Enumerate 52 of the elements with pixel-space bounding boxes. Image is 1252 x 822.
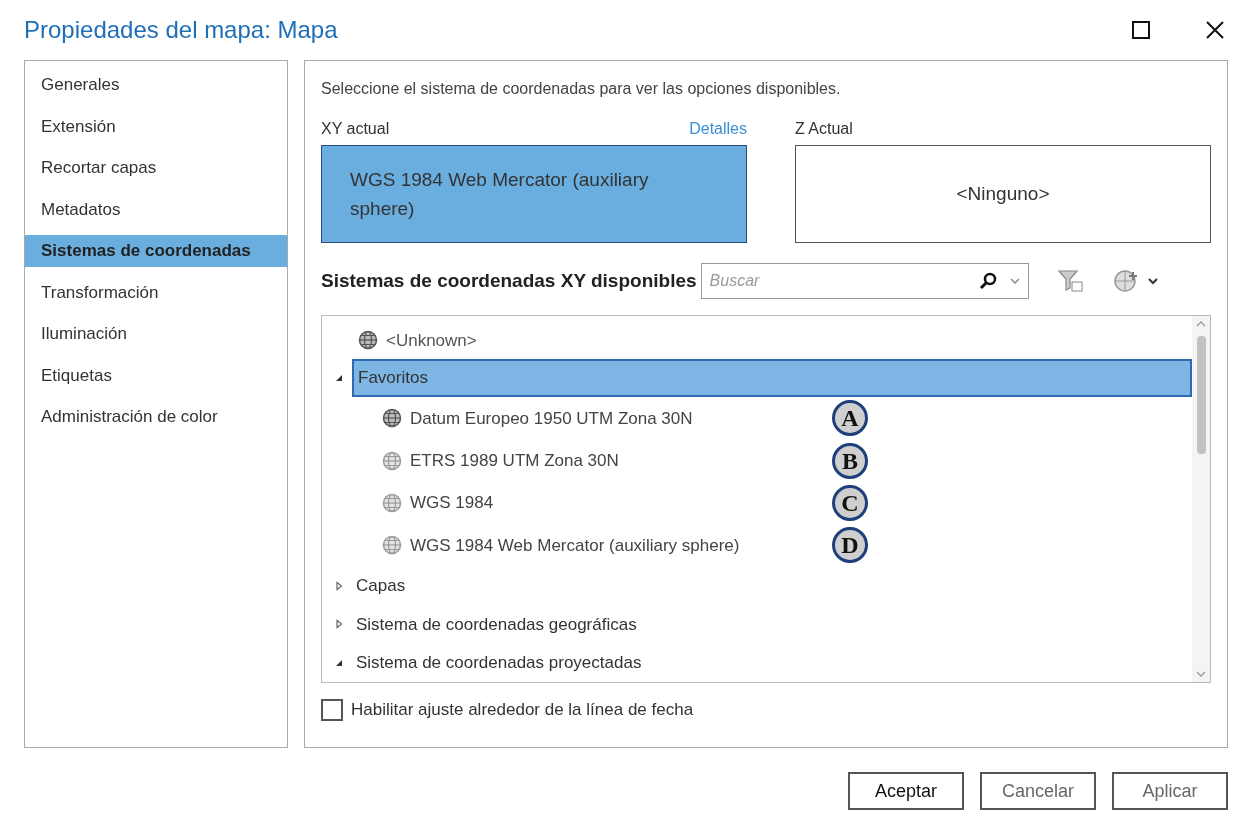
- collapsed-caret-icon[interactable]: [334, 580, 344, 591]
- tree-folder[interactable]: Capas: [352, 566, 1192, 605]
- sidebar-item[interactable]: Extensión: [25, 110, 287, 142]
- globe-icon: [382, 492, 402, 513]
- search-field[interactable]: Buscar: [700, 263, 1029, 299]
- maximize-icon[interactable]: [1132, 21, 1150, 39]
- tree-folder[interactable]: Sistema de coordenadas proyectadas: [352, 643, 1192, 682]
- callout-badge: C: [832, 484, 868, 521]
- globe-icon: [358, 330, 378, 351]
- xy-current-box: WGS 1984 Web Mercator (auxiliary sphere): [321, 145, 747, 243]
- sidebar-item[interactable]: Iluminación: [25, 318, 287, 350]
- dialog-button[interactable]: Aplicar: [1112, 772, 1228, 810]
- tree-item[interactable]: ETRS 1989 UTM Zona 30N: [382, 447, 832, 474]
- callout-badge: A: [832, 400, 868, 437]
- globe-icon: [382, 450, 402, 471]
- details-link[interactable]: Detalles: [689, 117, 747, 141]
- sidebar-item[interactable]: Etiquetas: [25, 359, 287, 391]
- callout-badge: B: [832, 442, 868, 479]
- sidebar-item[interactable]: Recortar capas: [25, 152, 287, 184]
- tree-item[interactable]: WGS 1984: [382, 490, 832, 516]
- scroll-up-icon[interactable]: [1196, 320, 1206, 328]
- window-title: Propiedades del mapa: Mapa: [24, 15, 338, 45]
- sidebar-item[interactable]: Generales: [25, 69, 287, 101]
- checkbox-label: Habilitar ajuste alrededor de la línea de fecha: [351, 699, 694, 721]
- dropdown-caret-icon[interactable]: [1146, 275, 1159, 287]
- search-icon[interactable]: [978, 272, 997, 290]
- sidebar-item[interactable]: Sistemas de coordenadas: [25, 235, 287, 267]
- tree-folder[interactable]: Favoritos: [352, 358, 1192, 397]
- dialog-button[interactable]: Aceptar: [848, 772, 964, 810]
- tree-item[interactable]: <Unknown>: [322, 322, 1192, 359]
- available-heading: Sistemas de coordenadas XY disponibles: [321, 268, 697, 293]
- filter-icon[interactable]: [1056, 268, 1085, 294]
- collapsed-caret-icon[interactable]: [334, 619, 344, 630]
- tree-item[interactable]: Datum Europeo 1950 UTM Zona 30N: [382, 405, 832, 431]
- callout-badge: D: [832, 527, 868, 564]
- dialog-button[interactable]: Cancelar: [980, 772, 1096, 810]
- scrollbar[interactable]: [1192, 316, 1210, 682]
- tree-item[interactable]: WGS 1984 Web Mercator (auxiliary sphere): [382, 532, 832, 559]
- xy-current-label: XY actual: [321, 119, 390, 139]
- tree-folder[interactable]: Sistema de coordenadas geográficas: [352, 605, 1192, 644]
- z-current-box: <Ninguno>: [795, 145, 1211, 243]
- z-current-label: Z Actual: [795, 119, 854, 139]
- sidebar-item[interactable]: Metadatos: [25, 193, 287, 225]
- sidebar-item[interactable]: Administración de color: [25, 401, 287, 433]
- close-icon[interactable]: [1206, 21, 1224, 39]
- sidebar-item[interactable]: Transformación: [25, 276, 287, 308]
- checkbox[interactable]: [321, 698, 343, 721]
- globe-icon: [382, 535, 402, 556]
- globe-icon: [382, 408, 402, 429]
- scroll-down-icon[interactable]: [1196, 670, 1206, 678]
- instruction-text: Seleccione el sistema de coordenadas para ver las opciones disponibles.: [321, 79, 842, 99]
- scrollbar-thumb[interactable]: [1196, 336, 1206, 454]
